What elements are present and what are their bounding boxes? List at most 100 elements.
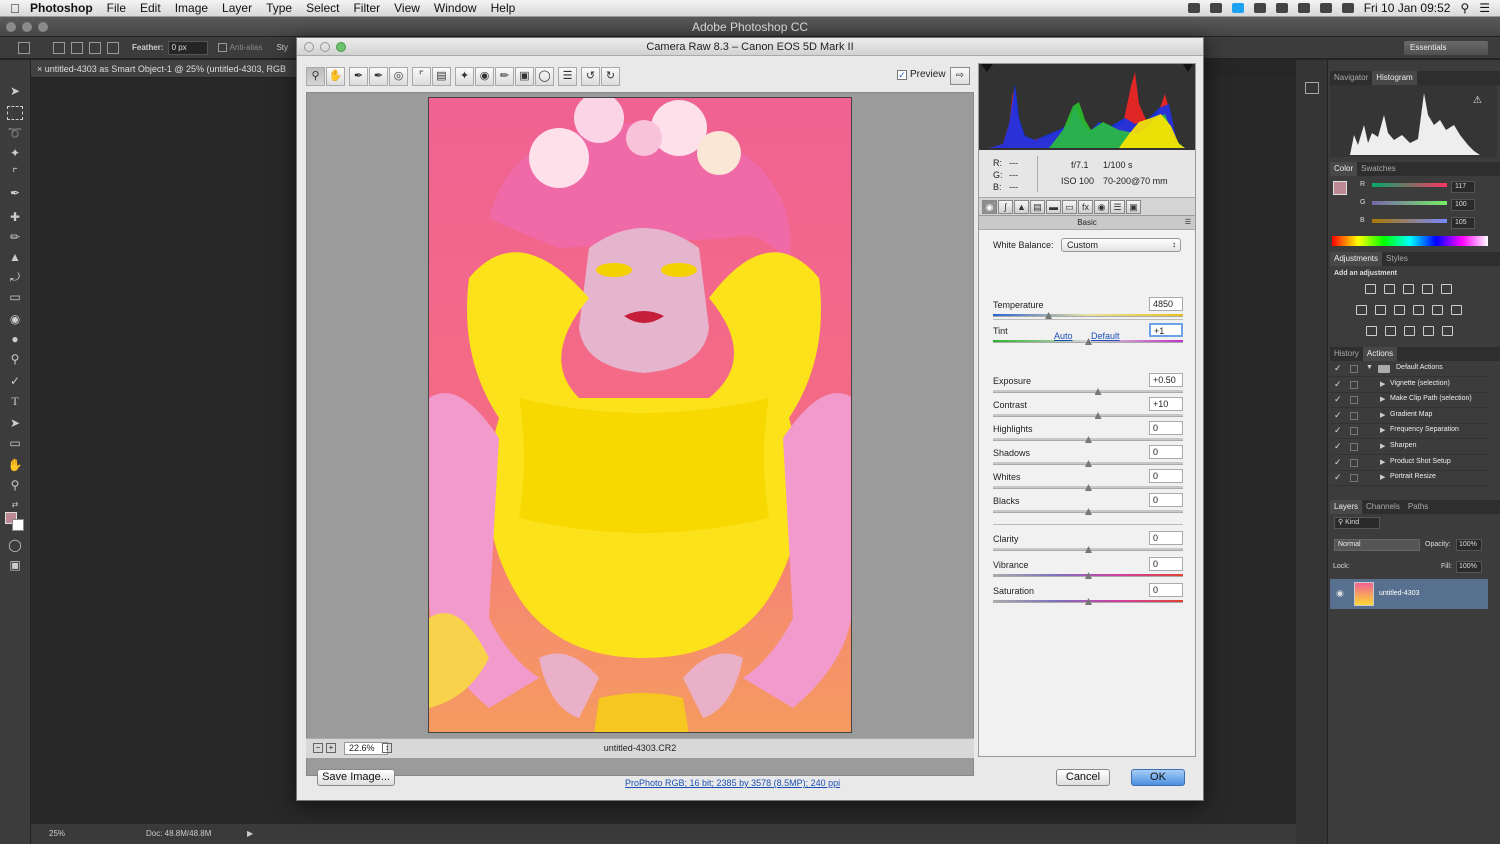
save-image-button[interactable]: Save Image... bbox=[317, 769, 395, 786]
gradient-map-adj-icon[interactable] bbox=[1442, 326, 1453, 336]
action-row[interactable]: ✓ ▶ Frequency Separation bbox=[1330, 424, 1488, 440]
dialog-zoom-button[interactable] bbox=[336, 42, 346, 52]
selective-color-adj-icon[interactable] bbox=[1423, 326, 1434, 336]
tone-curve-tab-icon[interactable]: ∫ bbox=[998, 199, 1013, 214]
dialog-toggle-icon[interactable] bbox=[1350, 380, 1358, 389]
tab-swatches[interactable]: Swatches bbox=[1357, 162, 1400, 176]
dialog-toggle-icon[interactable] bbox=[1350, 365, 1358, 373]
highlights-value-input[interactable]: 0 bbox=[1149, 421, 1183, 435]
dodge-tool-icon[interactable]: ⚲ bbox=[7, 352, 23, 366]
slider-vibrance[interactable]: Vibrance 0 bbox=[993, 557, 1183, 584]
dialog-close-button[interactable] bbox=[304, 42, 314, 52]
subtract-selection-icon[interactable] bbox=[89, 41, 101, 54]
color-b-value[interactable]: 105 bbox=[1451, 217, 1475, 229]
split-toning-tab-icon[interactable]: ▬ bbox=[1046, 199, 1061, 214]
cancel-button[interactable]: Cancel bbox=[1056, 769, 1110, 786]
threshold-adj-icon[interactable] bbox=[1404, 326, 1415, 336]
saturation-value-input[interactable]: 0 bbox=[1149, 583, 1183, 597]
tab-layers[interactable]: Layers bbox=[1330, 500, 1363, 514]
clock[interactable]: Fri 10 Jan 09:52 bbox=[1364, 1, 1451, 15]
tab-paths[interactable]: Paths bbox=[1404, 500, 1432, 514]
layer-row[interactable]: ◉ untitled-4303 bbox=[1330, 579, 1488, 609]
layer-name[interactable]: untitled-4303 bbox=[1379, 590, 1419, 597]
contrast-track[interactable] bbox=[993, 414, 1183, 417]
color-balance-adj-icon[interactable] bbox=[1375, 305, 1386, 315]
action-row[interactable]: ✓ ▶ Sharpen bbox=[1330, 440, 1488, 455]
clone-stamp-icon[interactable]: ▲ bbox=[7, 250, 23, 264]
snapshots-tab-icon[interactable]: ▣ bbox=[1126, 199, 1141, 214]
hand-tool-icon[interactable]: ✋ bbox=[7, 458, 23, 472]
tab-adjustments[interactable]: Adjustments bbox=[1330, 252, 1383, 266]
preferences-icon[interactable]: ☰ bbox=[558, 66, 577, 86]
feather-input[interactable]: 0 px bbox=[167, 40, 208, 55]
color-r-value[interactable]: 117 bbox=[1451, 181, 1475, 193]
action-row[interactable]: ✓ ▶ Gradient Map bbox=[1330, 409, 1488, 424]
zoom-window-button[interactable] bbox=[38, 22, 48, 32]
menu-layer[interactable]: Layer bbox=[222, 1, 252, 15]
expand-right-icon[interactable]: ▶ bbox=[1380, 442, 1385, 450]
checkmark-icon[interactable]: ✓ bbox=[1334, 410, 1342, 421]
tab-channels[interactable]: Channels bbox=[1362, 500, 1404, 514]
lens-corrections-tab-icon[interactable]: ▭ bbox=[1062, 199, 1077, 214]
app-menu[interactable]: Photoshop bbox=[30, 1, 93, 15]
zoom-tool-icon[interactable]: ⚲ bbox=[7, 478, 23, 492]
blend-mode-select[interactable]: Normal bbox=[1334, 539, 1420, 551]
history-brush-icon[interactable]: ⤾ bbox=[7, 270, 23, 284]
expand-right-icon[interactable]: ▶ bbox=[1380, 458, 1385, 466]
dialog-toggle-icon[interactable] bbox=[1350, 474, 1358, 483]
display-icon[interactable] bbox=[1253, 3, 1266, 13]
rotate-cw-icon[interactable]: ↻ bbox=[601, 66, 620, 86]
add-selection-icon[interactable] bbox=[71, 41, 83, 54]
invert-adj-icon[interactable] bbox=[1366, 326, 1377, 336]
expand-right-icon[interactable]: ▶ bbox=[1380, 380, 1385, 388]
tab-history[interactable]: History bbox=[1330, 347, 1363, 361]
workflow-options-link[interactable]: ProPhoto RGB; 16 bit; 2385 by 3578 (8.5M… bbox=[625, 778, 840, 788]
status-arrow-icon[interactable]: ▶ bbox=[247, 824, 253, 844]
slider-clarity[interactable]: Clarity 0 bbox=[993, 531, 1183, 558]
evernote-icon[interactable] bbox=[1187, 3, 1200, 13]
color-g-value[interactable]: 100 bbox=[1451, 199, 1475, 211]
opacity-input[interactable]: 100% bbox=[1456, 539, 1482, 551]
menu-select[interactable]: Select bbox=[306, 1, 339, 15]
camera-calibration-tab-icon[interactable]: ◉ bbox=[1094, 199, 1109, 214]
path-select-icon[interactable]: ➤ bbox=[7, 416, 23, 430]
minimize-window-button[interactable] bbox=[22, 22, 32, 32]
marquee-tool-icon[interactable] bbox=[7, 106, 23, 120]
spot-removal-icon[interactable]: ✦ bbox=[455, 66, 474, 86]
background-color-swatch[interactable] bbox=[12, 519, 24, 531]
rotate-ccw-icon[interactable]: ↺ bbox=[581, 66, 600, 86]
white-balance-tool-icon[interactable]: ✒ bbox=[349, 66, 368, 86]
adjustment-brush-icon[interactable]: ✏ bbox=[495, 66, 514, 86]
swap-colors-icon[interactable]: ⇄ bbox=[7, 498, 23, 512]
healing-brush-icon[interactable]: ✚ bbox=[7, 210, 23, 224]
dialog-toggle-icon[interactable] bbox=[1350, 427, 1358, 436]
temperature-track[interactable] bbox=[993, 314, 1183, 317]
dialog-minimize-button[interactable] bbox=[320, 42, 330, 52]
hsl-tab-icon[interactable]: ▤ bbox=[1030, 199, 1045, 214]
expand-down-icon[interactable]: ▼ bbox=[1366, 364, 1373, 371]
marquee-preset-icon[interactable] bbox=[18, 41, 30, 54]
basic-tab-icon[interactable]: ◉ bbox=[982, 199, 997, 214]
bw-adj-icon[interactable] bbox=[1394, 305, 1405, 315]
straighten-tool-icon[interactable]: ▤ bbox=[432, 66, 451, 86]
layer-kind-filter[interactable]: ⚲ Kind bbox=[1334, 517, 1380, 529]
crop-tool-icon[interactable]: ⌜ bbox=[7, 166, 23, 180]
presets-tab-icon[interactable]: ☰ bbox=[1110, 199, 1125, 214]
menu-window[interactable]: Window bbox=[434, 1, 477, 15]
shadows-value-input[interactable]: 0 bbox=[1149, 445, 1183, 459]
color-fg-swatch[interactable] bbox=[1333, 181, 1347, 195]
quick-select-tool-icon[interactable]: ✦ bbox=[7, 146, 23, 160]
document-tab[interactable]: × untitled-4303 as Smart Object-1 @ 25% … bbox=[31, 60, 301, 78]
color-spectrum[interactable] bbox=[1332, 236, 1488, 246]
slider-blacks[interactable]: Blacks 0 bbox=[993, 493, 1183, 520]
hue-sat-adj-icon[interactable] bbox=[1356, 305, 1367, 315]
expand-right-icon[interactable]: ▶ bbox=[1380, 473, 1385, 481]
targeted-adjust-icon[interactable]: ◎ bbox=[389, 66, 408, 86]
expand-right-icon[interactable]: ▶ bbox=[1380, 426, 1385, 434]
action-row[interactable]: ✓ ▶ Make Clip Path (selection) bbox=[1330, 393, 1488, 409]
action-row[interactable]: ✓ ▶ Portrait Resize bbox=[1330, 471, 1488, 487]
notification-icon[interactable]: ☰ bbox=[1479, 1, 1490, 15]
close-window-button[interactable] bbox=[6, 22, 16, 32]
tab-color[interactable]: Color bbox=[1330, 162, 1358, 176]
whites-value-input[interactable]: 0 bbox=[1149, 469, 1183, 483]
